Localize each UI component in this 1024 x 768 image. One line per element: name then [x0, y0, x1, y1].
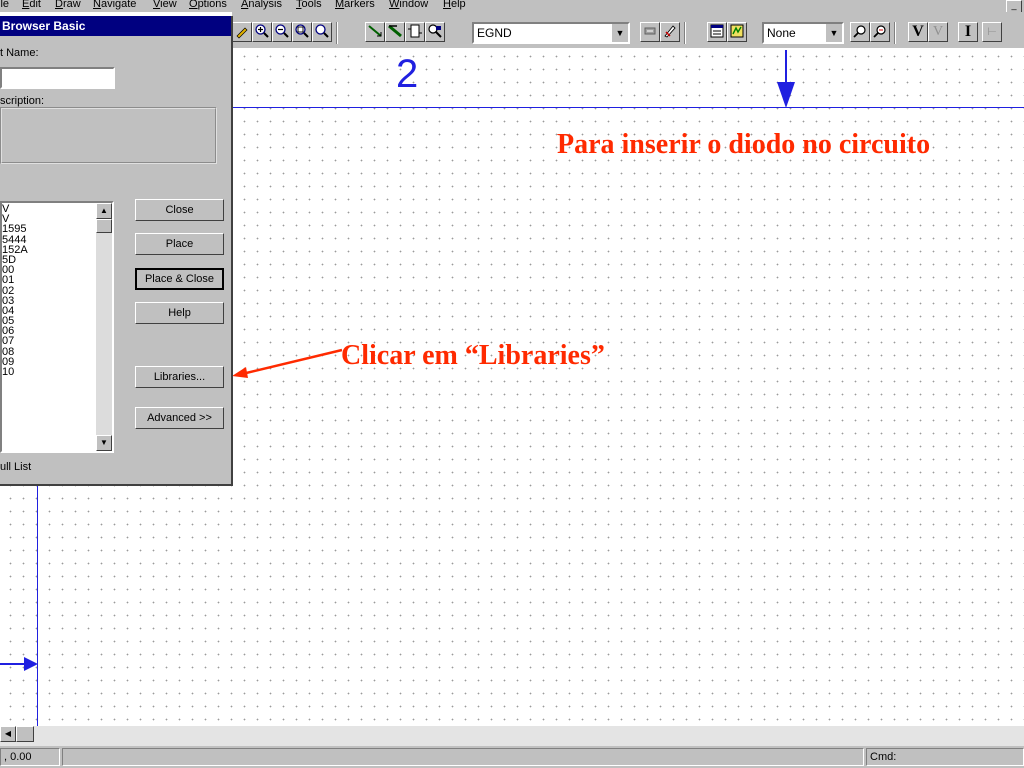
- close-button[interactable]: Close: [135, 199, 224, 221]
- menu-draw-label: raw: [62, 0, 81, 10]
- current-marker-icon[interactable]: I: [958, 22, 978, 42]
- help-button[interactable]: Help: [135, 302, 224, 324]
- advanced-button[interactable]: Advanced >>: [135, 407, 224, 429]
- toolbar-separator: [684, 22, 686, 44]
- menu-markers[interactable]: Markers: [335, 0, 375, 10]
- place-button[interactable]: Place: [135, 233, 224, 255]
- toolbar-separator: [336, 22, 338, 44]
- place-and-close-button[interactable]: Place & Close: [135, 268, 224, 290]
- style-combo-value: None: [767, 26, 796, 40]
- menu-bar: ile Edit Draw Navigate View Options Anal…: [0, 0, 1024, 13]
- schematic-wire-horizontal: [232, 107, 1024, 108]
- scroll-thumb[interactable]: [96, 219, 112, 233]
- libraries-button[interactable]: Libraries...: [135, 366, 224, 388]
- probe-icon[interactable]: [850, 22, 870, 42]
- menu-view[interactable]: View: [153, 0, 177, 10]
- menu-tools[interactable]: Tools: [296, 0, 322, 10]
- style-combo[interactable]: None ▼: [762, 22, 844, 44]
- menu-markers-label: arkers: [344, 0, 375, 10]
- step-number: 2: [396, 52, 419, 96]
- menu-options[interactable]: Options: [189, 0, 227, 10]
- chevron-down-icon[interactable]: ▼: [611, 24, 628, 42]
- toolbar: EGND ▼ None ▼ V V I ⊢: [232, 12, 1024, 48]
- part-list-scrollbar[interactable]: ▲ ▼: [96, 203, 112, 451]
- power-marker-icon[interactable]: ⊢: [982, 22, 1002, 42]
- menu-markers-mnemonic: M: [335, 0, 345, 10]
- scroll-down-icon[interactable]: ▼: [96, 435, 112, 451]
- attribute-icon[interactable]: [640, 22, 660, 42]
- voltage-marker-label: V: [912, 23, 924, 40]
- menu-navigate-label: avigate: [100, 0, 137, 10]
- menu-analysis-label: nalysis: [248, 0, 282, 10]
- schematic-wire-vertical: [37, 484, 38, 726]
- menu-help-label: elp: [450, 0, 466, 10]
- arrow-down-shaft: [785, 50, 787, 86]
- annotation-libraries: Clicar em “Libraries”: [341, 340, 605, 371]
- menu-options-label: ptions: [197, 0, 227, 10]
- menu-window-mnemonic: W: [389, 0, 400, 10]
- scroll-thumb[interactable]: [16, 726, 34, 742]
- description-label: scription:: [0, 95, 45, 107]
- menu-edit-label: dit: [29, 0, 41, 10]
- part-name-combo-value: EGND: [477, 26, 512, 40]
- scroll-up-icon[interactable]: ▲: [96, 203, 112, 219]
- menu-navigate-mnemonic: N: [93, 0, 101, 10]
- pencil-icon[interactable]: [232, 22, 252, 42]
- menu-options-mnemonic: O: [189, 0, 198, 10]
- draw-wire-icon[interactable]: [365, 22, 385, 42]
- menu-file[interactable]: ile: [0, 0, 9, 10]
- full-list-checkbox-label[interactable]: ull List: [0, 461, 31, 473]
- zoom-area-icon[interactable]: [292, 22, 312, 42]
- pointer-arrow-icon: [232, 348, 343, 378]
- menu-view-label: iew: [160, 0, 177, 10]
- horizontal-scrollbar[interactable]: ◀: [0, 726, 1024, 746]
- zoom-out-icon[interactable]: [272, 22, 292, 42]
- part-list[interactable]: V V 1595 5444 152A 5D 00 01 02 03 04 05 06 07 08 09 10 ▲…: [0, 201, 114, 453]
- scroll-left-icon[interactable]: ◀: [0, 726, 16, 742]
- current-marker-label: I: [964, 23, 972, 40]
- menu-window-label: indow: [399, 0, 429, 10]
- part-name-combo[interactable]: EGND ▼: [472, 22, 630, 44]
- coordinates-readout: , 0.00: [0, 748, 60, 766]
- menu-help-mnemonic: H: [443, 0, 451, 10]
- menu-draw-mnemonic: D: [55, 0, 63, 10]
- menu-tools-label: ools: [301, 0, 322, 10]
- menu-navigate[interactable]: Navigate: [93, 0, 136, 10]
- chevron-down-icon[interactable]: ▼: [825, 24, 842, 42]
- menu-help[interactable]: Help: [443, 0, 466, 10]
- command-readout: Cmd:: [866, 748, 1024, 766]
- part-name-label: t Name:: [0, 47, 39, 59]
- edit-symbol-icon[interactable]: [660, 22, 680, 42]
- simulate-icon[interactable]: [727, 22, 747, 42]
- menu-window[interactable]: Window: [389, 0, 428, 10]
- voltage-differential-icon[interactable]: V: [928, 22, 948, 42]
- part-browser-dialog: Browser Basic t Name: scription: V V 1595 5…: [0, 16, 233, 486]
- draw-block-icon[interactable]: [405, 22, 425, 42]
- setup-analysis-icon[interactable]: [707, 22, 727, 42]
- wire-arrow-right-icon: [0, 657, 38, 671]
- probe-marker-icon[interactable]: [870, 22, 890, 42]
- dialog-title[interactable]: Browser Basic: [0, 16, 231, 36]
- menu-edit[interactable]: Edit: [22, 0, 41, 10]
- draw-bus-icon[interactable]: [385, 22, 405, 42]
- description-box: [0, 107, 217, 164]
- menu-draw[interactable]: Draw: [55, 0, 81, 10]
- status-message: [62, 748, 864, 766]
- arrow-down-icon: [777, 82, 795, 108]
- annotation-top: Para inserir o diodo no circuito: [557, 129, 931, 160]
- get-part-icon[interactable]: [425, 22, 445, 42]
- menu-analysis[interactable]: Analysis: [241, 0, 282, 10]
- toolbar-separator: [894, 22, 896, 44]
- status-bar: , 0.00 Cmd:: [0, 746, 1024, 768]
- part-name-input[interactable]: [0, 67, 115, 89]
- zoom-in-icon[interactable]: [252, 22, 272, 42]
- voltage-marker-icon[interactable]: V: [908, 22, 928, 42]
- zoom-all-icon[interactable]: [312, 22, 332, 42]
